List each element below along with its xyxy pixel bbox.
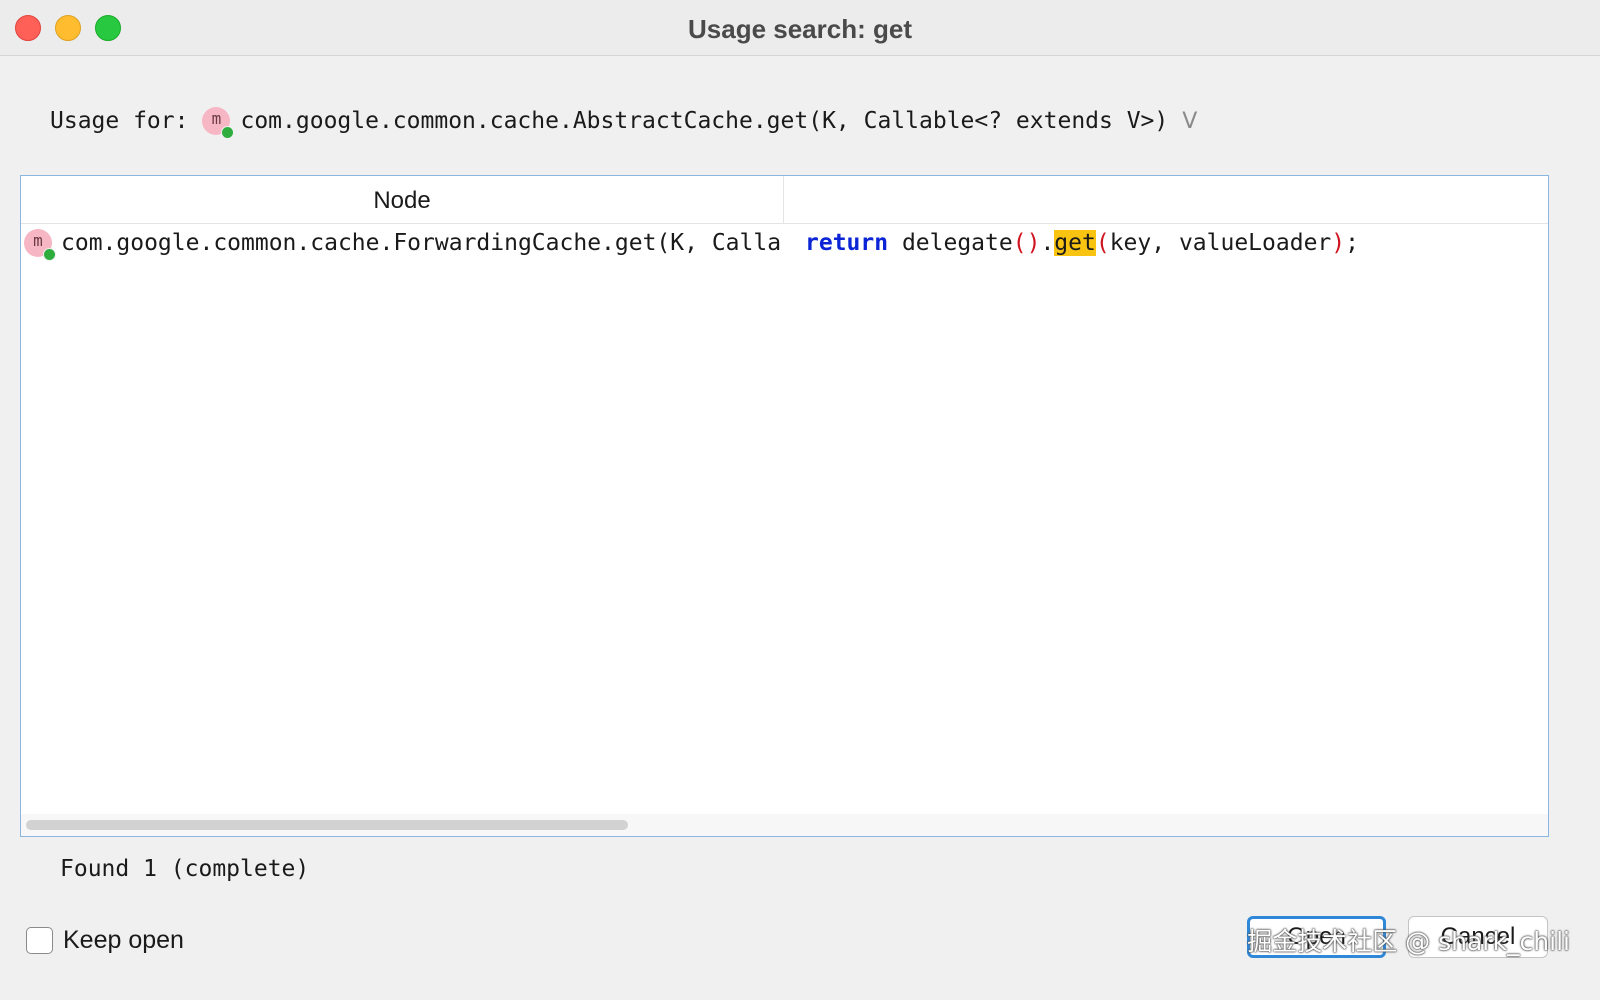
open-button[interactable]: Open [1247, 916, 1386, 958]
found-status: Found 1 (complete) [60, 856, 310, 882]
results-table[interactable]: Node m com.google.common.cache.Forwardin… [20, 175, 1549, 837]
cancel-button[interactable]: Cancel [1408, 916, 1548, 958]
code-paren: ) [1331, 230, 1346, 256]
public-badge-icon [221, 126, 235, 139]
code-paren: ( [1012, 230, 1027, 256]
horizontal-scrollbar-thumb[interactable] [26, 820, 628, 830]
code-match-highlight: get [1054, 230, 1096, 256]
row-node-cell: com.google.common.cache.ForwardingCache.… [61, 230, 783, 256]
code-semicolon: ; [1345, 230, 1359, 256]
usage-signature: com.google.common.cache.AbstractCache.ge… [240, 108, 1169, 134]
title-bar: Usage search: get [0, 0, 1600, 56]
code-args: key, valueLoader [1109, 230, 1332, 256]
method-icon: m [202, 107, 235, 139]
public-badge-icon [43, 248, 56, 261]
keep-open-label: Keep open [63, 925, 184, 954]
column-header-node[interactable]: Node [21, 176, 784, 224]
code-paren: ( [1095, 230, 1110, 256]
table-row[interactable]: m com.google.common.cache.ForwardingCach… [21, 226, 1548, 261]
code-text: delegate [888, 230, 1013, 256]
code-dot: . [1040, 230, 1055, 256]
column-header-usage[interactable] [785, 176, 1548, 224]
usage-label: Usage for: [50, 108, 189, 134]
checkbox-box[interactable] [26, 926, 53, 954]
table-header: Node [21, 176, 1548, 224]
code-keyword: return [805, 230, 889, 256]
horizontal-scrollbar[interactable] [21, 814, 1548, 836]
row-usage-cell: return delegate().get(key, valueLoader); [805, 226, 1359, 260]
code-paren: ) [1026, 230, 1041, 256]
window-title: Usage search: get [688, 14, 912, 44]
usage-search-dialog: Usage search: get Usage for: m com.googl… [0, 0, 1600, 1000]
method-icon: m [24, 229, 56, 261]
keep-open-checkbox[interactable]: Keep open [26, 924, 184, 956]
usage-target: Usage for: m com.google.common.cache.Abs… [50, 104, 1197, 139]
expand-chevron-icon[interactable]: V [1182, 109, 1197, 134]
